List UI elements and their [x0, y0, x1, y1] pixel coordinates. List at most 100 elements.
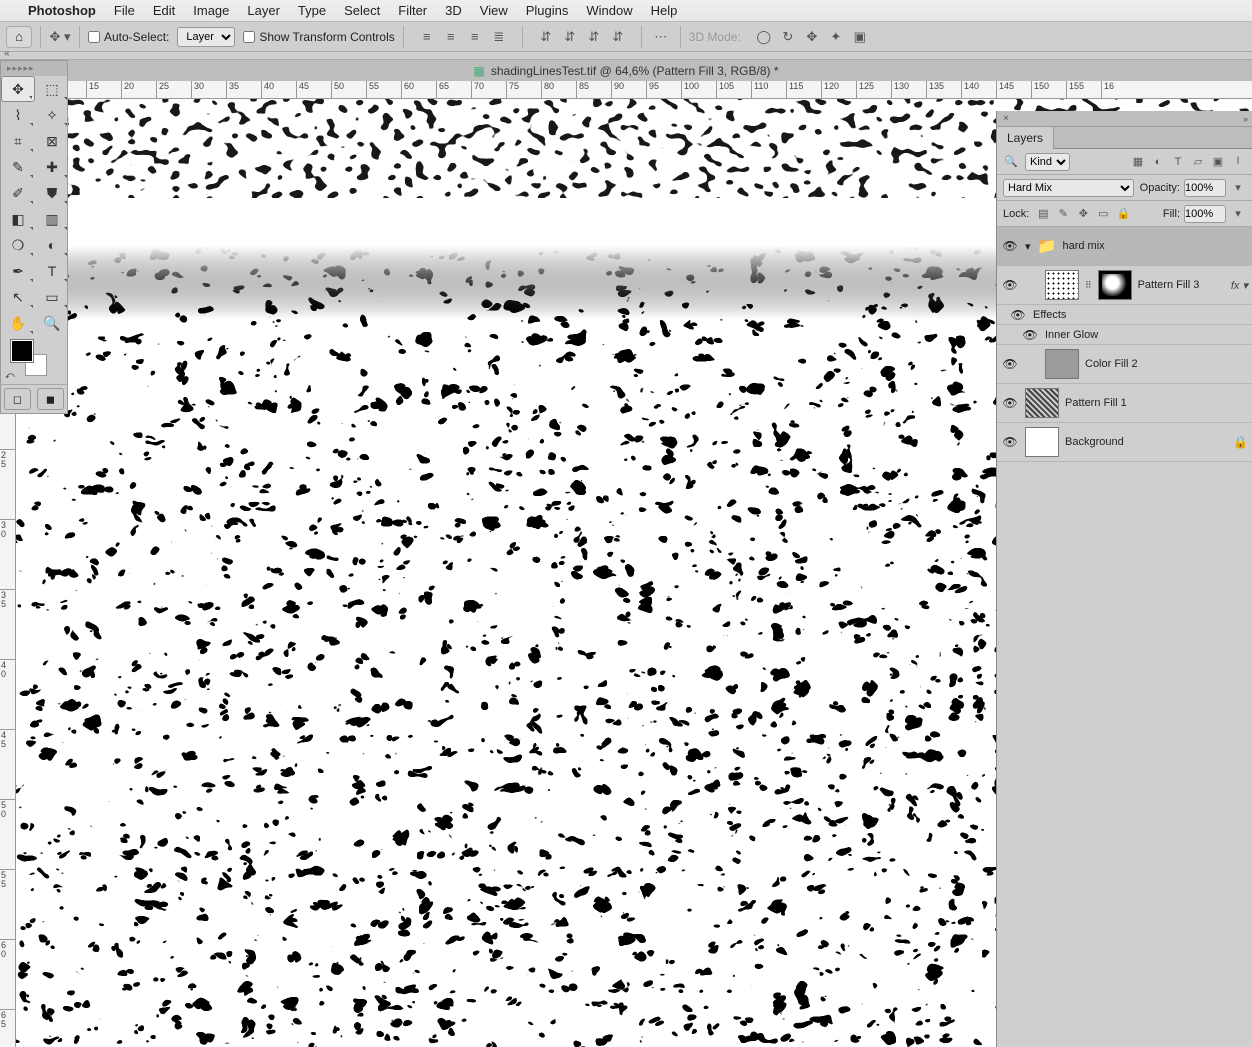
- panel-handle[interactable]: [0, 52, 1252, 60]
- menu-edit[interactable]: Edit: [153, 3, 175, 18]
- show-transform-check[interactable]: Show Transform Controls: [243, 30, 394, 44]
- filter-pixel-icon[interactable]: ▦: [1130, 155, 1146, 169]
- layer-item[interactable]: 👁 Pattern Fill 1: [997, 384, 1252, 423]
- fx-badge[interactable]: fx ▾: [1231, 279, 1248, 292]
- visibility-toggle[interactable]: 👁: [1001, 239, 1019, 253]
- search-icon[interactable]: 🔍: [1003, 155, 1019, 169]
- menubar-app[interactable]: Photoshop: [28, 3, 96, 18]
- auto-select-check[interactable]: Auto-Select:: [88, 30, 169, 44]
- visibility-toggle[interactable]: 👁: [1001, 278, 1019, 292]
- chevron-down-icon[interactable]: ▾: [1230, 207, 1246, 221]
- lasso-tool[interactable]: ⌇: [1, 102, 35, 128]
- menu-image[interactable]: Image: [193, 3, 229, 18]
- home-button[interactable]: ⌂: [6, 26, 32, 48]
- fill-input[interactable]: [1184, 205, 1226, 223]
- visibility-toggle[interactable]: 👁: [1021, 328, 1039, 342]
- shape-tool[interactable]: ▭: [35, 284, 69, 310]
- path-tool[interactable]: ↖: [1, 284, 35, 310]
- filter-shape-icon[interactable]: ▱: [1190, 155, 1206, 169]
- document-tab[interactable]: × ▦ shadingLinesTest.tif @ 64,6% (Patter…: [0, 60, 1252, 81]
- filter-smart-icon[interactable]: ▣: [1210, 155, 1226, 169]
- filter-toggle-icon[interactable]: ⏽: [1230, 155, 1246, 169]
- visibility-toggle[interactable]: 👁: [1001, 396, 1019, 410]
- quickmask-mode-button[interactable]: ◼: [37, 388, 64, 410]
- layer-group[interactable]: 👁 ▾ 📁 hard mix: [997, 227, 1252, 266]
- menu-view[interactable]: View: [480, 3, 508, 18]
- visibility-toggle[interactable]: 👁: [1001, 357, 1019, 371]
- roll-icon[interactable]: ↻: [777, 27, 799, 47]
- orbit-icon[interactable]: ◯: [753, 27, 775, 47]
- menu-layer[interactable]: Layer: [247, 3, 280, 18]
- hand-tool[interactable]: ✋: [1, 310, 35, 336]
- wand-tool[interactable]: ✧: [35, 102, 69, 128]
- eyedropper-tool[interactable]: ✎: [1, 154, 35, 180]
- distribute-icon2[interactable]: ⇵: [607, 27, 629, 47]
- menu-file[interactable]: File: [114, 3, 135, 18]
- pan-icon[interactable]: ✥: [801, 27, 823, 47]
- layer-thumb[interactable]: [1045, 270, 1079, 300]
- distribute-h-icon[interactable]: ⇵: [535, 27, 557, 47]
- more-options-icon[interactable]: ⋯: [650, 27, 672, 47]
- layer-thumb[interactable]: [1045, 349, 1079, 379]
- healing-tool[interactable]: ✚: [35, 154, 69, 180]
- lock-position-icon[interactable]: ✥: [1075, 207, 1091, 221]
- layer-name[interactable]: Background: [1065, 436, 1124, 448]
- visibility-toggle[interactable]: 👁: [1009, 308, 1027, 322]
- effect-item[interactable]: 👁 Inner Glow: [997, 325, 1252, 345]
- foreground-swatch[interactable]: [11, 340, 33, 362]
- distribute-icon[interactable]: ⇵: [583, 27, 605, 47]
- stamp-tool[interactable]: ⛊: [35, 180, 69, 206]
- opacity-input[interactable]: [1184, 179, 1226, 197]
- filter-kind-select[interactable]: Kind: [1025, 153, 1070, 171]
- filter-adjust-icon[interactable]: ◐: [1150, 155, 1166, 169]
- show-transform-checkbox[interactable]: [243, 31, 255, 43]
- layer-name[interactable]: Pattern Fill 1: [1065, 397, 1127, 409]
- menu-type[interactable]: Type: [298, 3, 326, 18]
- menu-help[interactable]: Help: [651, 3, 678, 18]
- lock-paint-icon[interactable]: ✎: [1055, 207, 1071, 221]
- crop-tool[interactable]: ⌗: [1, 128, 35, 154]
- filter-type-icon[interactable]: T: [1170, 155, 1186, 169]
- menu-select[interactable]: Select: [344, 3, 380, 18]
- gradient-tool[interactable]: ▥: [35, 206, 69, 232]
- layer-thumb[interactable]: [1025, 388, 1059, 418]
- layer-thumb[interactable]: [1025, 427, 1059, 457]
- lock-transparent-icon[interactable]: ▤: [1035, 207, 1051, 221]
- panel-close-bar[interactable]: ×»: [997, 111, 1252, 127]
- standard-mode-button[interactable]: ◻: [4, 388, 31, 410]
- horizontal-ruler[interactable]: 5101520253035404550556065707580859095100…: [16, 81, 1252, 99]
- mask-thumb[interactable]: [1098, 270, 1132, 300]
- pen-tool[interactable]: ✒: [1, 258, 35, 284]
- layer-item[interactable]: 👁 Color Fill 2: [997, 345, 1252, 384]
- effects-header[interactable]: 👁 Effects: [997, 305, 1252, 325]
- layer-name[interactable]: Pattern Fill 3: [1138, 279, 1200, 291]
- layers-tab[interactable]: Layers: [997, 127, 1054, 149]
- frame-tool[interactable]: ⊠: [35, 128, 69, 154]
- align-justify-icon[interactable]: ≣: [488, 27, 510, 47]
- blend-mode-select[interactable]: Hard Mix: [1003, 179, 1134, 197]
- type-tool[interactable]: T: [35, 258, 69, 284]
- lock-all-icon[interactable]: 🔒: [1115, 207, 1131, 221]
- align-right-icon[interactable]: ≡: [464, 27, 486, 47]
- dodge-tool[interactable]: ◐: [35, 232, 69, 258]
- menu-filter[interactable]: Filter: [398, 3, 427, 18]
- lock-artboard-icon[interactable]: ▭: [1095, 207, 1111, 221]
- layer-item[interactable]: 👁 ⠿ Pattern Fill 3 fx ▾: [997, 266, 1252, 305]
- chevron-down-icon[interactable]: ▾: [1230, 181, 1246, 195]
- layer-name[interactable]: hard mix: [1062, 240, 1104, 252]
- blur-tool[interactable]: ❍: [1, 232, 35, 258]
- brush-tool[interactable]: ✐: [1, 180, 35, 206]
- auto-select-checkbox[interactable]: [88, 31, 100, 43]
- link-icon[interactable]: ⠿: [1085, 280, 1092, 291]
- zoom-tool[interactable]: 🔍: [35, 310, 69, 336]
- auto-select-target[interactable]: Layer: [177, 27, 235, 47]
- slide-icon[interactable]: ✦: [825, 27, 847, 47]
- marquee-tool[interactable]: ⬚: [35, 76, 69, 102]
- toolbox-header[interactable]: ▸▸▸▸▸: [1, 61, 67, 76]
- layer-item[interactable]: 👁 Background 🔒: [997, 423, 1252, 462]
- distribute-v-icon[interactable]: ⇵: [559, 27, 581, 47]
- move-tool[interactable]: ✥: [1, 76, 35, 102]
- menu-3d[interactable]: 3D: [445, 3, 462, 18]
- layer-name[interactable]: Color Fill 2: [1085, 358, 1138, 370]
- eraser-tool[interactable]: ◧: [1, 206, 35, 232]
